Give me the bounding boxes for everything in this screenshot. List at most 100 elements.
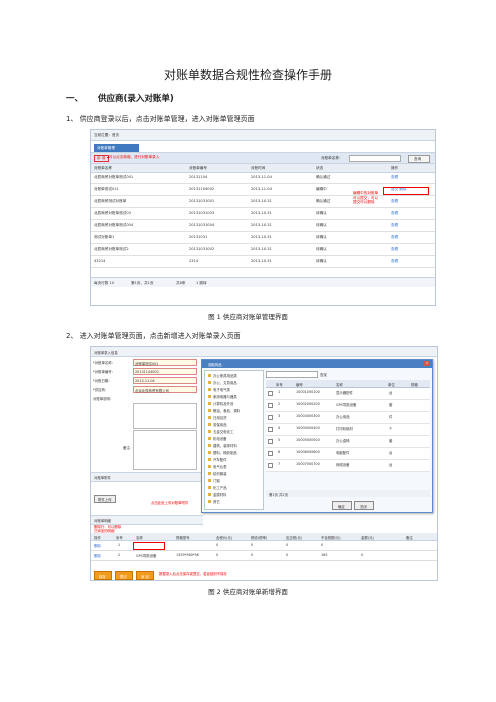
confirm-button[interactable]: 确定: [332, 501, 352, 510]
tree-item[interactable]: 家用电器与器具: [213, 394, 237, 399]
tree-item[interactable]: 五金交电化工: [213, 429, 233, 434]
tree-item[interactable]: 粮油、食品、调料: [213, 408, 240, 413]
field-value: 2013-11-04: [135, 378, 155, 383]
tree-item[interactable]: 机电设备: [213, 436, 227, 441]
cell-seq: 2: [278, 401, 281, 406]
cell-no: 20131031: [189, 235, 208, 239]
view-link[interactable]: 查看: [391, 247, 398, 252]
upload-button[interactable]: 附件上传: [94, 495, 116, 503]
tree-item[interactable]: 金属材料: [213, 492, 227, 497]
folder-icon: [208, 465, 211, 468]
row-checkbox[interactable]: [268, 463, 273, 468]
statement-date-input[interactable]: 2013-11-04: [133, 377, 197, 384]
statement-no-input[interactable]: 20131104002: [133, 368, 197, 375]
tree-item[interactable]: 日用百货: [213, 415, 227, 420]
cell-name: 网络设备: [336, 462, 350, 467]
back-button[interactable]: 返 回: [136, 571, 154, 580]
row-checkbox[interactable]: [268, 427, 273, 432]
product-row[interactable]: 5 10005000500 办公桌椅 套: [266, 436, 430, 448]
cell-code: 10005000500: [296, 437, 320, 442]
col-code: 编号: [296, 382, 303, 387]
folder-icon: [208, 381, 211, 384]
row-checkbox[interactable]: [268, 439, 273, 444]
product-picker-dialog: 选取商品 ✕ 办公家具用品类 办公、文具用品 电子电气类 家用电器与器具 计算机…: [201, 359, 433, 513]
tree-item[interactable]: 劳保用品: [213, 422, 227, 427]
folder-icon: [208, 444, 211, 447]
pager-per-page[interactable]: 每页行数 10: [94, 281, 114, 286]
product-row[interactable]: 3 10003000300 办公用品 件: [266, 412, 430, 424]
tree-item[interactable]: 电子电气类: [213, 387, 230, 392]
col-seq: 序号: [276, 382, 283, 387]
product-row[interactable]: 1 10001000100 显示器配件 台: [266, 388, 430, 400]
dialog-pager-text: 第1页 共2页: [269, 493, 288, 497]
dialog-pagination: 第1页 共2页: [266, 490, 430, 497]
cell-name: 打印机耗材: [336, 426, 353, 431]
view-link[interactable]: 查看: [391, 223, 398, 228]
close-icon[interactable]: ✕: [424, 361, 430, 366]
detail-section: 对账单明细: [91, 515, 203, 525]
cell-name: GPS导航设备: [336, 402, 357, 407]
pager-total: 共8条: [176, 281, 186, 285]
cell-unit: 件: [389, 414, 393, 419]
view-link[interactable]: 查看: [391, 199, 398, 204]
tree-item[interactable]: 汽车配件: [213, 457, 227, 462]
row-checkbox[interactable]: [268, 391, 273, 396]
cell-date: 2013-10-31: [251, 223, 272, 227]
product-row[interactable]: 6 10006000600 电脑配件 台: [266, 448, 430, 460]
product-search-input[interactable]: [266, 371, 318, 378]
cell-seq: 2: [118, 552, 121, 557]
tree-item[interactable]: 塑料、橡胶制品: [213, 450, 237, 455]
tree-item[interactable]: 其它: [213, 499, 220, 504]
tree-item[interactable]: 建筑、装饰材料: [213, 443, 237, 448]
tree-item[interactable]: 办公家具用品类: [213, 373, 237, 378]
delete-link[interactable]: 删除: [94, 543, 101, 548]
tree-item[interactable]: 计算机及外设: [213, 401, 233, 406]
submit-button-label: 提交: [120, 574, 127, 579]
field-label: *对账日期：: [93, 379, 112, 383]
tab-statement-management[interactable]: 对账单管理: [94, 144, 139, 152]
cell-price: 0: [216, 542, 219, 547]
product-row[interactable]: 4 10004000400 打印机耗材 个: [266, 424, 430, 436]
row-checkbox[interactable]: [268, 451, 273, 456]
field-label: 对账单说明：: [93, 397, 114, 401]
view-link[interactable]: 查看: [391, 235, 398, 240]
pager-goto[interactable]: 1 跳转: [196, 281, 207, 286]
col-notax: 不含税额(元): [321, 535, 341, 540]
col-spec: 规格型号: [176, 535, 190, 540]
query-button-label: 查询: [414, 156, 422, 161]
submit-button[interactable]: 提交: [115, 571, 133, 580]
cell-seq: 4: [278, 425, 281, 430]
close-button[interactable]: 关闭: [354, 501, 374, 510]
tree-item[interactable]: 办公、文具用品: [213, 380, 237, 385]
view-link[interactable]: 查看: [391, 211, 398, 216]
product-row[interactable]: 7 10007000700 网络设备 台: [266, 460, 430, 472]
tree-item[interactable]: 门窗: [213, 478, 220, 483]
tree-item[interactable]: 化工产品: [213, 485, 227, 490]
cell-seq: 6: [278, 449, 281, 454]
folder-icon: [208, 388, 211, 391]
folder-icon: [208, 409, 211, 412]
cell-unit: 台: [389, 462, 393, 467]
attachment-section: 对账单附件: [91, 472, 203, 482]
product-row[interactable]: 2 10002000200 GPS导航设备 套: [266, 400, 430, 412]
col-op: 操作: [391, 166, 399, 170]
tree-item[interactable]: 电气仪表: [213, 464, 227, 469]
search-input[interactable]: [349, 155, 401, 162]
save-button[interactable]: 保存: [94, 571, 112, 580]
search-button[interactable]: 查找: [320, 372, 327, 377]
row-checkbox[interactable]: [268, 415, 273, 420]
folder-icon: [208, 493, 211, 496]
view-link[interactable]: 查看: [391, 175, 398, 180]
row-checkbox[interactable]: [268, 403, 273, 408]
tree-item[interactable]: 纺织服装: [213, 471, 227, 476]
delete-link[interactable]: 删除: [94, 553, 101, 558]
statement-entry-screenshot: 对账单录入信息 *对账单名称： 对账单测试001 *对账单编号： 2013110…: [90, 346, 438, 581]
view-link[interactable]: 查看: [391, 259, 398, 264]
folder-icon: [208, 472, 211, 475]
field-label: *对账单名称：: [93, 361, 116, 365]
supplier-input[interactable]: 北京北辰商贸有限公司: [133, 386, 197, 393]
statement-name-input[interactable]: 对账单测试001: [133, 359, 197, 366]
description-textarea[interactable]: [133, 403, 197, 429]
remark-textarea[interactable]: [133, 430, 197, 470]
query-button[interactable]: 查询: [408, 154, 430, 163]
